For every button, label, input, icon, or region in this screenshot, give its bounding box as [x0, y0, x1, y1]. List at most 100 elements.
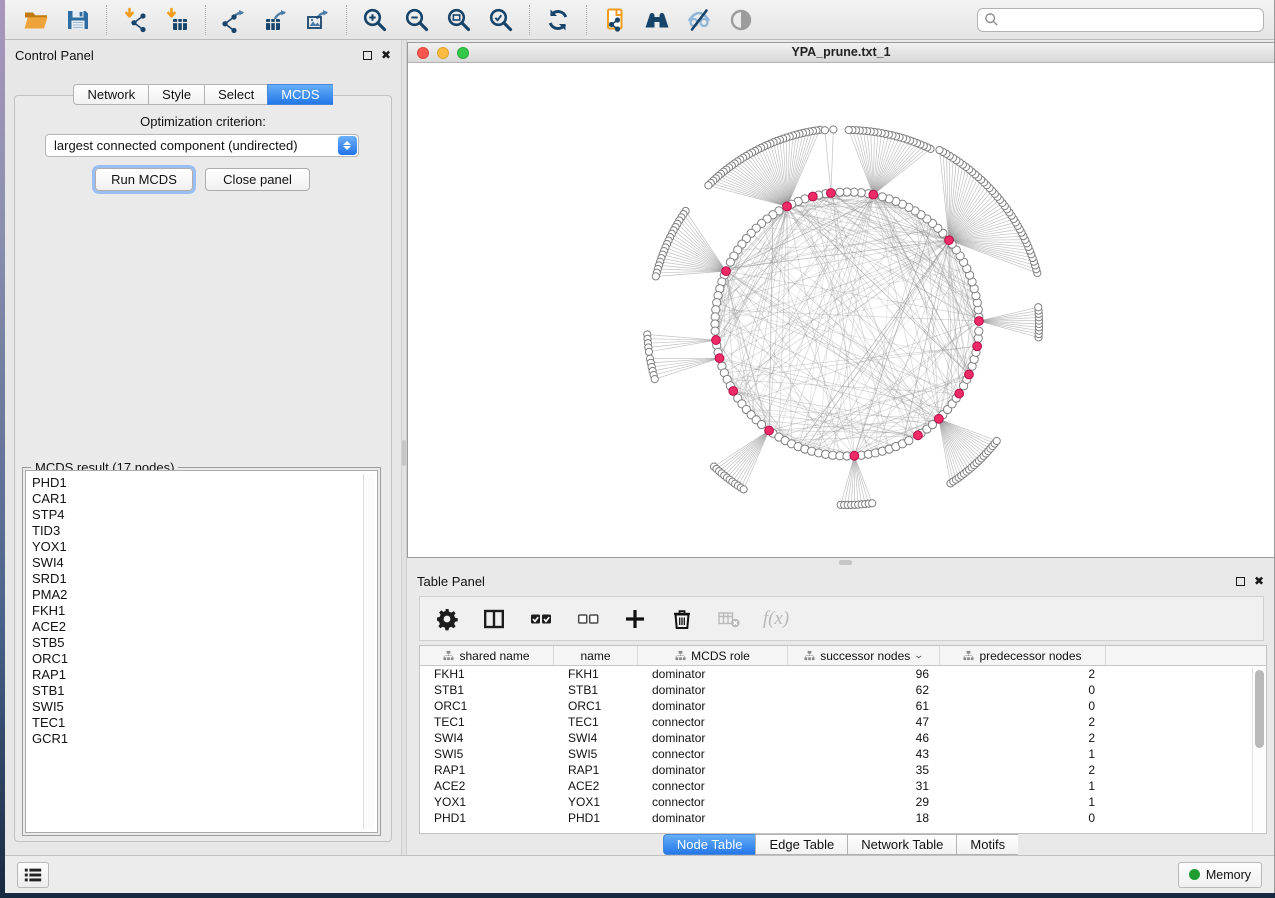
mcds-hub-node[interactable]	[945, 236, 954, 245]
zoom-out-button[interactable]	[396, 3, 438, 37]
zoom-fit-button[interactable]	[438, 3, 480, 37]
import-table-button[interactable]	[156, 3, 198, 37]
network-node[interactable]	[705, 182, 712, 189]
memory-button[interactable]: Memory	[1178, 862, 1262, 888]
mcds-result-item[interactable]: STP4	[32, 507, 377, 523]
vertical-splitter[interactable]	[401, 40, 407, 855]
minimize-window-button[interactable]	[437, 47, 449, 59]
mcds-hub-node[interactable]	[722, 267, 731, 276]
close-panel-icon[interactable]: ✖	[1254, 576, 1264, 586]
mcds-hub-node[interactable]	[715, 354, 724, 363]
delete-column-button[interactable]	[663, 602, 701, 636]
table-column-header[interactable]: shared name	[420, 646, 554, 665]
export-network-button[interactable]	[213, 3, 255, 37]
network-node[interactable]	[869, 500, 876, 507]
network-node[interactable]	[821, 127, 828, 134]
splitter-handle[interactable]	[839, 560, 852, 565]
search-input[interactable]	[999, 13, 1257, 27]
network-node[interactable]	[652, 273, 659, 280]
network-node[interactable]	[836, 188, 844, 196]
mcds-result-item[interactable]: SWI5	[32, 699, 377, 715]
control-panel-tab[interactable]: Network	[73, 84, 148, 105]
export-table-button[interactable]	[255, 3, 297, 37]
mcds-result-item[interactable]: SRD1	[32, 571, 377, 587]
control-panel-tab[interactable]: MCDS	[267, 84, 332, 105]
mcds-hub-node[interactable]	[869, 190, 878, 199]
mcds-hub-node[interactable]	[729, 387, 738, 396]
table-column-header[interactable]: successor nodes ⌄	[788, 646, 940, 665]
table-row[interactable]: YOX1 YOX1 connector 29 1	[420, 794, 1266, 810]
network-search-button[interactable]	[636, 3, 678, 37]
close-window-button[interactable]	[417, 47, 429, 59]
close-panel-button[interactable]: Close panel	[205, 168, 310, 191]
table-row[interactable]: RAP1 RAP1 dominator 35 2	[420, 762, 1266, 778]
share-document-button[interactable]	[594, 3, 636, 37]
refresh-layout-button[interactable]	[537, 3, 579, 37]
network-graph[interactable]	[408, 63, 1274, 557]
table-row[interactable]: SWI5 SWI5 connector 43 1	[420, 746, 1266, 762]
network-node[interactable]	[878, 193, 886, 201]
network-node[interactable]	[726, 258, 734, 266]
network-node[interactable]	[975, 327, 983, 335]
mcds-result-item[interactable]: TID3	[32, 523, 377, 539]
mcds-hub-node[interactable]	[712, 336, 721, 345]
table-row[interactable]: ACE2 ACE2 connector 31 1	[420, 778, 1266, 794]
mcds-hub-node[interactable]	[765, 426, 774, 435]
control-panel-tab[interactable]: Select	[204, 84, 267, 105]
mcds-list-scrollbar[interactable]	[363, 474, 374, 829]
hide-visual-properties-button[interactable]	[678, 3, 720, 37]
show-column-panel-button[interactable]	[475, 602, 513, 636]
network-node[interactable]	[936, 146, 943, 153]
export-image-button[interactable]	[297, 3, 339, 37]
mcds-hub-node[interactable]	[965, 370, 974, 379]
mcds-hub-node[interactable]	[914, 431, 923, 440]
mcds-result-item[interactable]: CAR1	[32, 491, 377, 507]
network-canvas[interactable]	[408, 63, 1274, 557]
delete-table-button[interactable]	[710, 602, 748, 636]
mcds-result-item[interactable]: FKH1	[32, 603, 377, 619]
task-history-button[interactable]	[17, 862, 49, 888]
table-tab[interactable]: Node Table	[663, 834, 756, 855]
table-options-button[interactable]	[428, 602, 466, 636]
close-panel-icon[interactable]: ✖	[381, 50, 391, 60]
save-session-button[interactable]	[57, 3, 99, 37]
table-column-header[interactable]: predecessor nodes	[940, 646, 1106, 665]
table-row[interactable]: ORC1 ORC1 dominator 61 0	[420, 698, 1266, 714]
network-node[interactable]	[1035, 304, 1042, 311]
mcds-hub-node[interactable]	[827, 189, 836, 198]
function-builder-button[interactable]: f(x)	[757, 602, 795, 636]
mcds-hub-node[interactable]	[783, 202, 792, 211]
table-row[interactable]: FKH1 FKH1 dominator 96 2	[420, 666, 1266, 682]
mcds-result-item[interactable]: PMA2	[32, 587, 377, 603]
network-node[interactable]	[905, 437, 913, 445]
table-row[interactable]: TEC1 TEC1 connector 47 2	[420, 714, 1266, 730]
mcds-hub-node[interactable]	[973, 342, 982, 351]
float-panel-icon[interactable]	[1236, 577, 1245, 586]
table-column-header[interactable]: name	[554, 646, 638, 665]
run-mcds-button[interactable]: Run MCDS	[95, 168, 193, 191]
add-column-button[interactable]	[616, 602, 654, 636]
mcds-result-item[interactable]: ACE2	[32, 619, 377, 635]
zoom-window-button[interactable]	[457, 47, 469, 59]
network-node[interactable]	[711, 327, 719, 335]
mcds-result-item[interactable]: ORC1	[32, 651, 377, 667]
zoom-in-button[interactable]	[354, 3, 396, 37]
table-tab[interactable]: Edge Table	[755, 834, 847, 855]
table-scrollbar-thumb[interactable]	[1255, 670, 1264, 748]
mcds-hub-node[interactable]	[975, 317, 984, 326]
select-all-button[interactable]	[522, 602, 560, 636]
show-hidden-button[interactable]	[720, 3, 762, 37]
table-row[interactable]: SWI4 SWI4 dominator 46 2	[420, 730, 1266, 746]
network-node[interactable]	[740, 486, 747, 493]
network-node[interactable]	[651, 376, 658, 383]
optimization-criterion-select[interactable]: largest connected component (undirected)	[45, 134, 359, 157]
mcds-result-item[interactable]: YOX1	[32, 539, 377, 555]
control-panel-tab[interactable]: Style	[148, 84, 204, 105]
mcds-result-item[interactable]: STB5	[32, 635, 377, 651]
table-row[interactable]: STB1 STB1 dominator 62 0	[420, 682, 1266, 698]
network-node[interactable]	[645, 348, 652, 355]
mcds-result-item[interactable]: GCR1	[32, 731, 377, 747]
mcds-hub-node[interactable]	[808, 192, 817, 201]
horizontal-splitter[interactable]	[407, 558, 1274, 566]
splitter-handle[interactable]	[402, 440, 406, 466]
